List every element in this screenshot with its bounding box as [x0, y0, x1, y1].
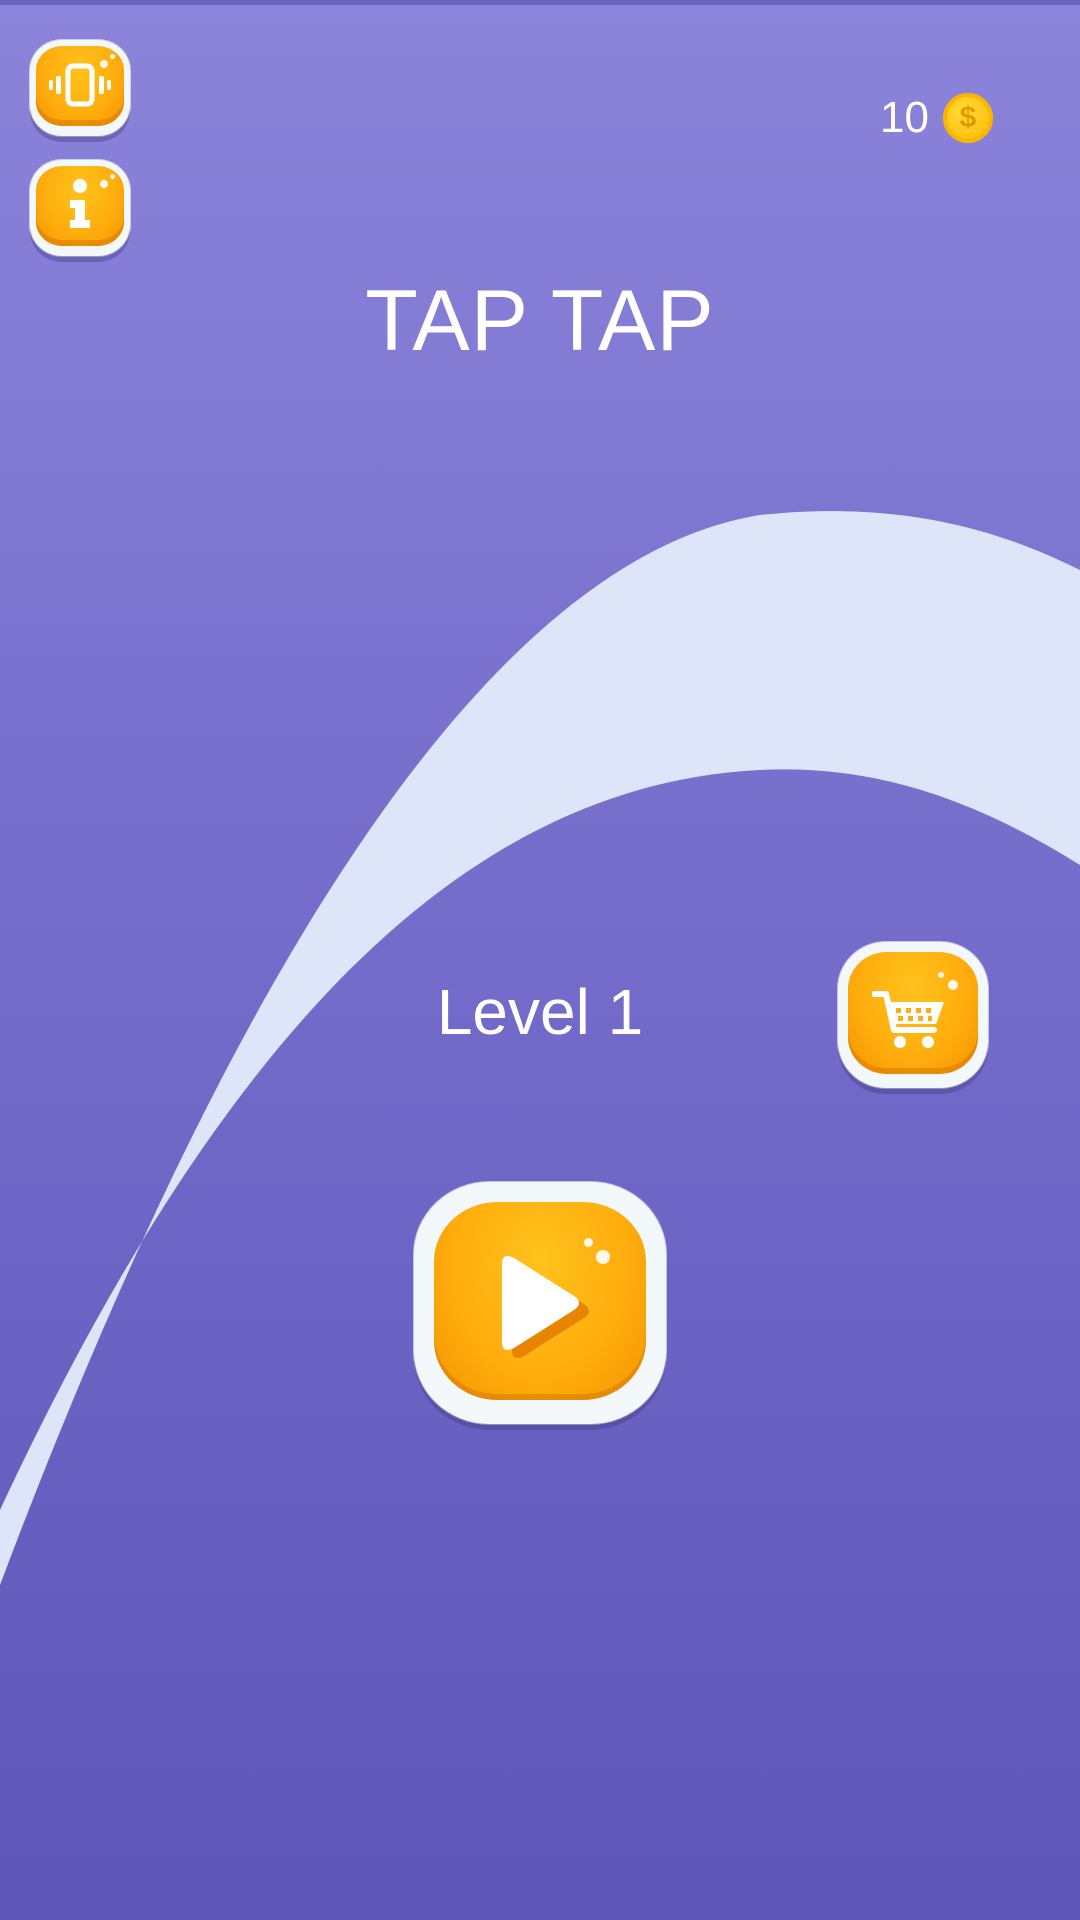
button-shine — [584, 1238, 593, 1247]
button-shine — [596, 1250, 610, 1264]
coin-counter: 10 $ — [880, 88, 993, 148]
button-shine — [948, 980, 958, 990]
play-icon — [502, 1256, 589, 1358]
level-label: Level 1 — [436, 976, 644, 1048]
button-shine — [938, 972, 944, 978]
coin-icon: $ — [942, 93, 993, 143]
coin-symbol: $ — [959, 101, 977, 134]
game-title: TAP TAP — [365, 273, 715, 369]
shopping-cart-icon — [872, 991, 944, 1048]
info-icon — [70, 179, 90, 228]
button-shine — [110, 174, 115, 179]
info-button[interactable] — [30, 160, 130, 256]
vibrate-icon — [49, 63, 111, 107]
play-button[interactable] — [414, 1182, 666, 1424]
shop-button[interactable] — [838, 942, 988, 1088]
coin-count: 10 — [880, 93, 929, 142]
vibrate-button[interactable] — [30, 40, 130, 136]
